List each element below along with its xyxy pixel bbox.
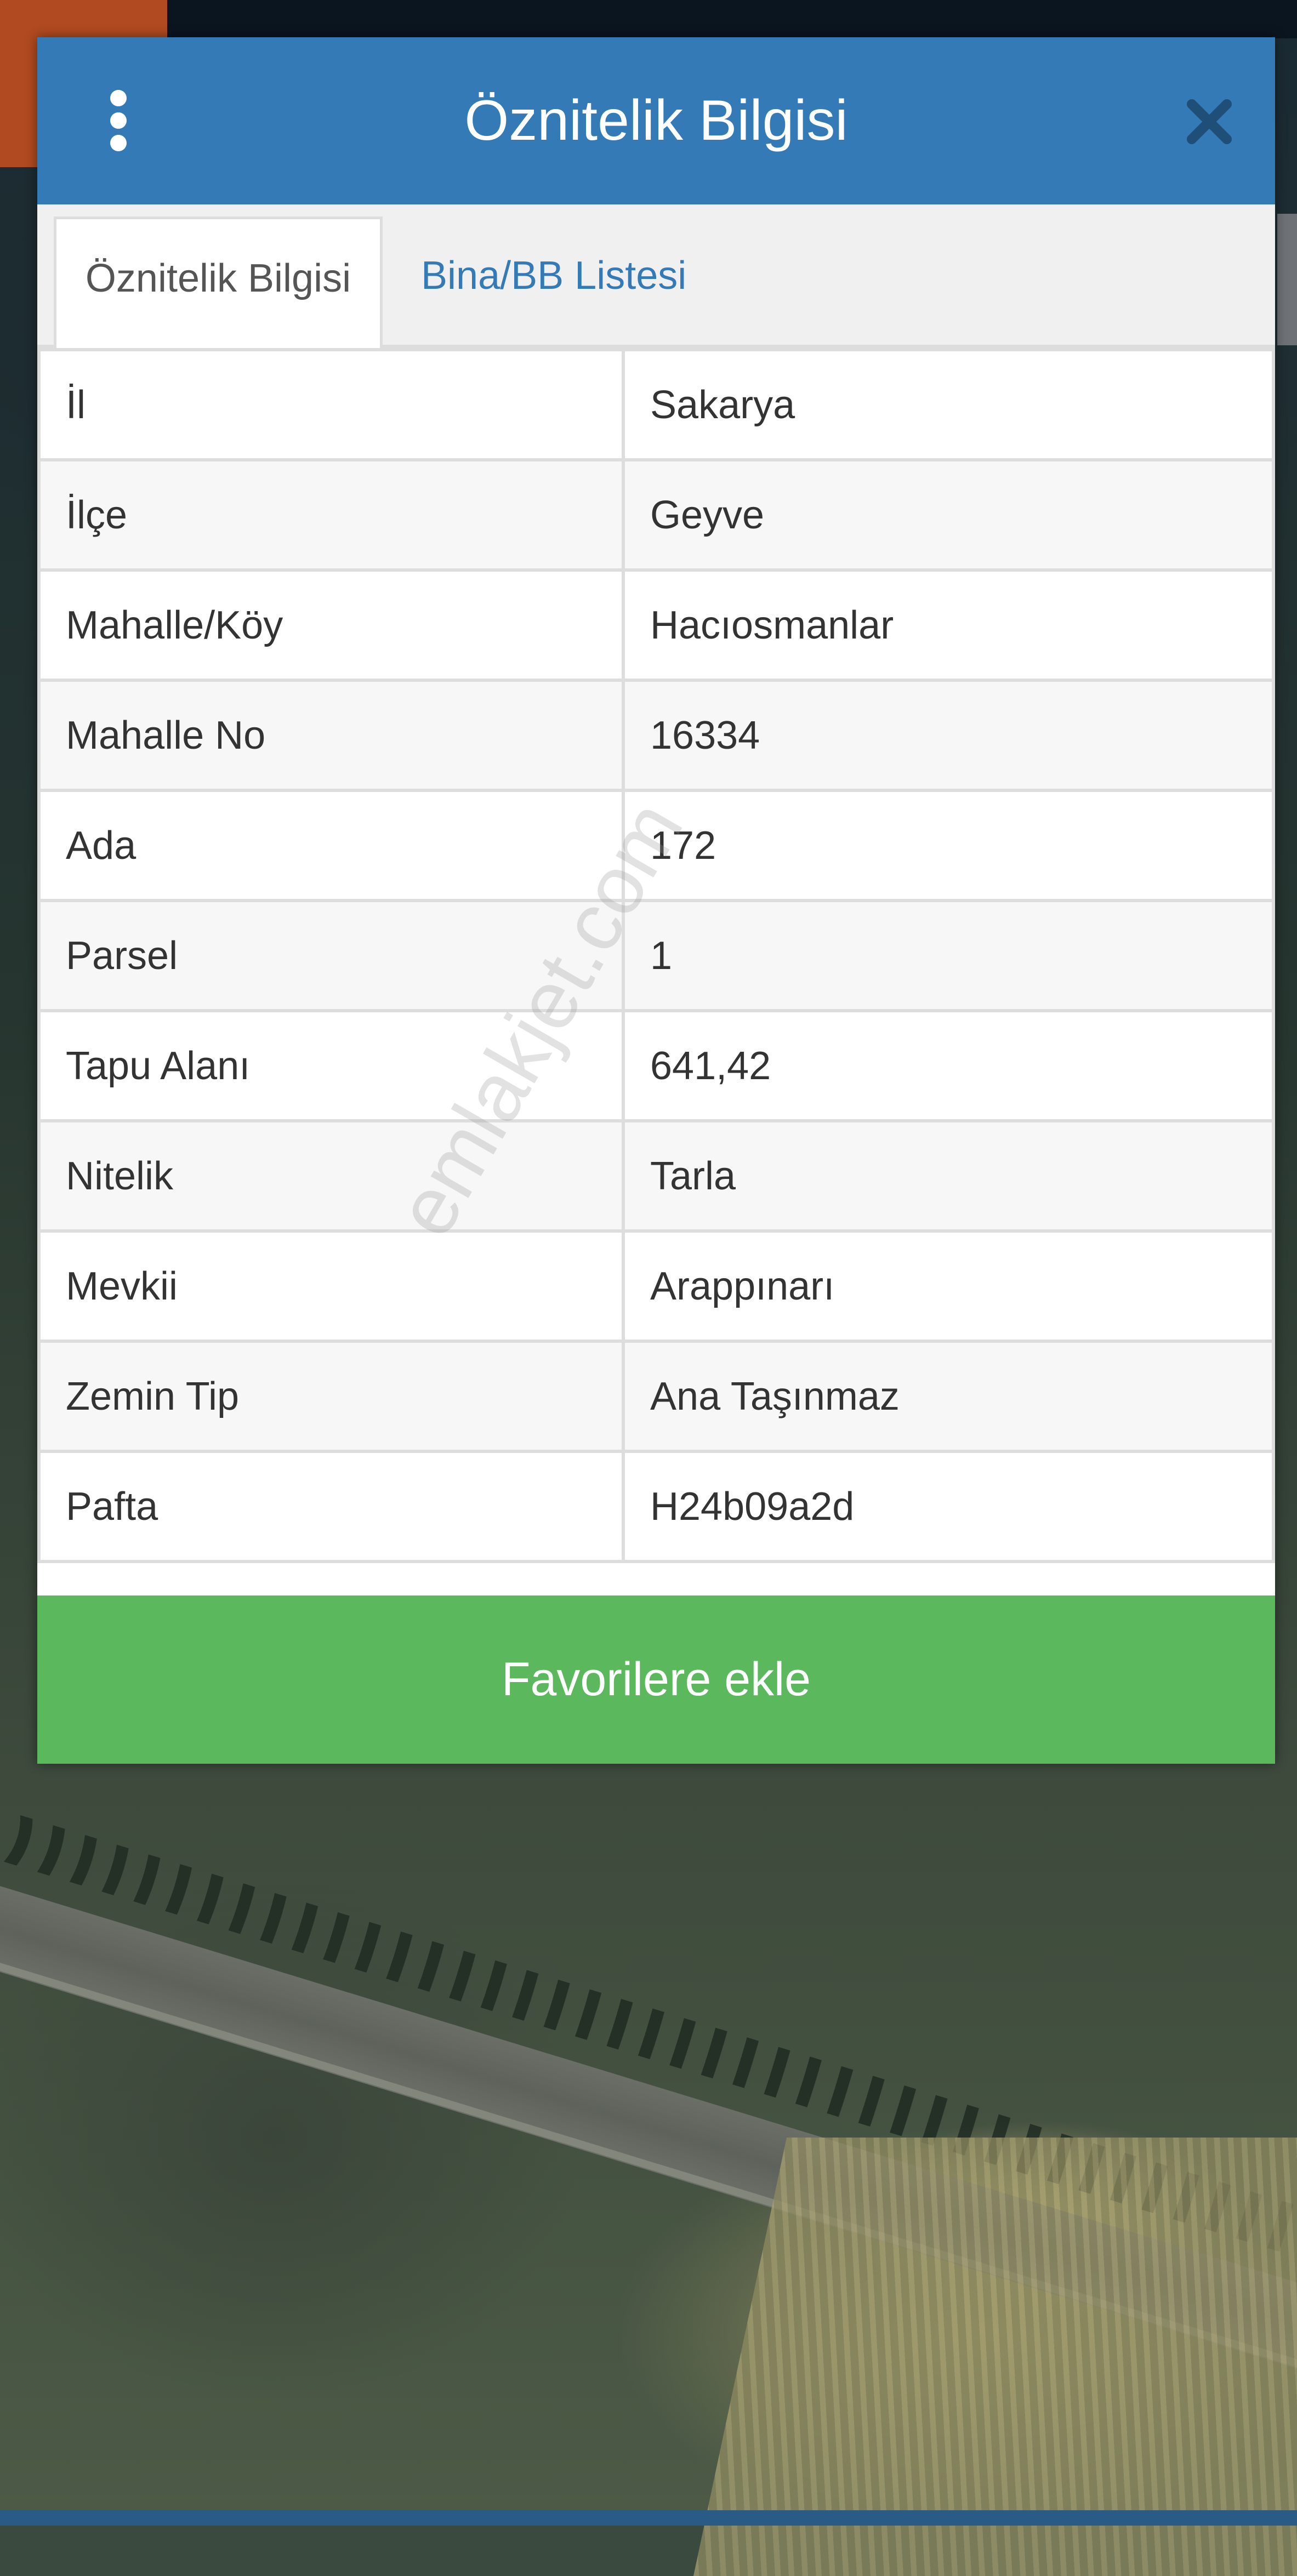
attribute-info-dialog: Öznitelik Bilgisi Öznitelik Bilgisi Bina…: [37, 37, 1275, 1764]
attribute-value: 641,42: [622, 1009, 1275, 1122]
table-row: Mahalle/Köy Hacıosmanlar: [37, 568, 1275, 682]
tab-bar: Öznitelik Bilgisi Bina/BB Listesi: [37, 204, 1275, 351]
add-to-favorites-button[interactable]: Favorilere ekle: [37, 1595, 1275, 1764]
tab-building-list[interactable]: Bina/BB Listesi: [421, 216, 686, 351]
attribute-value: Sakarya: [622, 348, 1275, 461]
tab-attribute-info[interactable]: Öznitelik Bilgisi: [54, 216, 383, 351]
dialog-title: Öznitelik Bilgisi: [464, 89, 848, 152]
attribute-value: 1: [622, 899, 1275, 1012]
top-bar: [0, 0, 1297, 38]
attribute-key: Mevkii: [37, 1229, 625, 1343]
attribute-key: Parsel: [37, 899, 625, 1012]
table-row: Mahalle No 16334: [37, 679, 1275, 792]
table-row: İlçe Geyve: [37, 458, 1275, 572]
attribute-key: Mahalle No: [37, 679, 625, 792]
attribute-value: Geyve: [622, 458, 1275, 572]
table-row: Mevkii Arappınarı: [37, 1229, 1275, 1343]
attribute-value: Hacıosmanlar: [622, 568, 1275, 682]
attribute-value: H24b09a2d: [622, 1450, 1275, 1563]
table-row: İl Sakarya: [37, 348, 1275, 461]
attribute-key: Tapu Alanı: [37, 1009, 625, 1122]
table-row: Zemin Tip Ana Taşınmaz: [37, 1340, 1275, 1453]
table-row: Tapu Alanı 641,42: [37, 1009, 1275, 1122]
attribute-value: Arappınarı: [622, 1229, 1275, 1343]
attribute-key: Pafta: [37, 1450, 625, 1563]
table-row: Parsel 1: [37, 899, 1275, 1012]
attribute-value: Tarla: [622, 1119, 1275, 1233]
dialog-header: Öznitelik Bilgisi: [37, 37, 1275, 204]
close-icon[interactable]: [1183, 95, 1236, 148]
attribute-key: İl: [37, 348, 625, 461]
attribute-key: Ada: [37, 789, 625, 902]
table-row: Nitelik Tarla: [37, 1119, 1275, 1233]
bottom-bar: [0, 2510, 1297, 2526]
attribute-key: Mahalle/Köy: [37, 568, 625, 682]
table-row: Pafta H24b09a2d: [37, 1450, 1275, 1563]
attribute-key: Nitelik: [37, 1119, 625, 1233]
attribute-value: Ana Taşınmaz: [622, 1340, 1275, 1453]
attribute-key: İlçe: [37, 458, 625, 572]
attribute-value: 16334: [622, 679, 1275, 792]
scroll-indicator[interactable]: [1277, 214, 1297, 345]
attribute-table: İl Sakarya İlçe Geyve Mahalle/Köy Hacıosman…: [37, 348, 1275, 1563]
attribute-value: 172: [622, 789, 1275, 902]
table-row: Ada 172: [37, 789, 1275, 902]
attribute-key: Zemin Tip: [37, 1340, 625, 1453]
